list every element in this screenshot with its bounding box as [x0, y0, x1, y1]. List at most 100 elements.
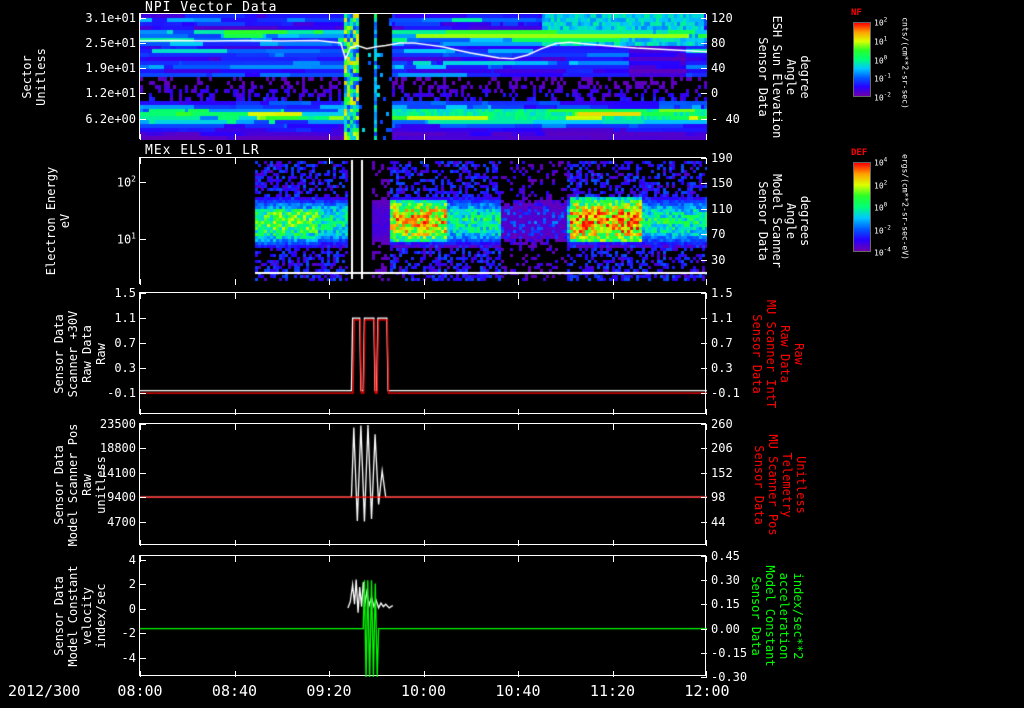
y-tick-mark: [701, 234, 707, 235]
x-tick-mark: [424, 279, 425, 285]
x-tick-mark: [518, 158, 519, 164]
y-tick-mark: [701, 318, 707, 319]
y-axis-tick-label: 40: [711, 61, 726, 76]
y-axis-tick-label: 1.9e+01: [85, 61, 136, 76]
x-tick-mark: [235, 671, 236, 677]
x-tick-mark: [235, 14, 236, 20]
x-tick-mark: [518, 671, 519, 677]
panel4-plot-area: [139, 423, 707, 546]
x-tick-mark: [329, 293, 330, 299]
y-tick-mark: [701, 522, 707, 523]
colorbar-tick-label: 102: [874, 179, 888, 190]
y-axis-tick-label: 44: [711, 514, 726, 529]
x-tick-mark: [706, 556, 707, 562]
x-tick-mark: [424, 14, 425, 20]
x-tick-mark: [235, 409, 236, 415]
x-tick-mark: [140, 279, 141, 285]
y-axis-tick-label: 102: [116, 174, 136, 190]
y-axis-tick-label: 2: [128, 577, 136, 592]
y-axis-tick-label: -0.1: [711, 386, 740, 401]
panel5-left-axis-label: Sensor Data Model Constant velocity index/s…: [52, 565, 108, 667]
y-tick-mark: [701, 497, 707, 498]
x-tick-mark: [329, 671, 330, 677]
tplot-window: NPI Vector Data Sector Unitless degree Ang…: [0, 0, 1024, 708]
y-tick-mark: [140, 119, 146, 120]
y-tick-mark: [701, 448, 707, 449]
els-spectrogram-canvas: [140, 158, 707, 285]
x-tick-mark: [329, 424, 330, 430]
x-tick-mark: [424, 556, 425, 562]
y-axis-tick-label: 1.5: [711, 286, 733, 300]
colorbar-tick-label: 100: [874, 54, 888, 65]
colorbar-tick-label: 10-1: [874, 72, 891, 84]
y-tick-mark: [701, 183, 707, 184]
y-tick-mark: [701, 580, 707, 581]
x-axis-tick-label: 10:40: [495, 682, 541, 700]
x-tick-mark: [613, 14, 614, 20]
x-tick-mark: [613, 540, 614, 546]
x-tick-mark: [424, 409, 425, 415]
def-colorbar-units: ergs/(cm**2-sr-sec-eV): [900, 154, 910, 260]
x-tick-mark: [424, 158, 425, 164]
x-tick-mark: [706, 134, 707, 140]
y-tick-mark: [140, 68, 146, 69]
x-tick-mark: [518, 424, 519, 430]
x-tick-mark: [613, 293, 614, 299]
y-tick-mark: [701, 260, 707, 261]
y-axis-tick-label: 0.7: [711, 336, 733, 351]
x-tick-mark: [613, 424, 614, 430]
x-tick-mark: [140, 409, 141, 415]
y-axis-tick-label: 1.1: [114, 311, 136, 325]
y-axis-tick-label: 1.1: [711, 311, 733, 325]
x-tick-mark: [706, 14, 707, 20]
x-tick-mark: [329, 14, 330, 20]
x-tick-mark: [140, 134, 141, 140]
y-axis-tick-label: 110: [711, 201, 733, 216]
x-tick-mark: [706, 540, 707, 546]
x-tick-mark: [424, 671, 425, 677]
x-tick-mark: [706, 671, 707, 677]
scanner-pos-line-canvas: [140, 424, 707, 546]
colorbar-tick-label: 102: [874, 16, 888, 28]
model-constant-line-canvas: [140, 556, 707, 677]
y-axis-tick-label: 3.1e+01: [85, 10, 136, 25]
y-tick-mark: [140, 93, 146, 94]
scanner-30v-line-canvas: [140, 293, 707, 415]
x-tick-mark: [235, 293, 236, 299]
x-tick-mark: [706, 424, 707, 430]
x-tick-mark: [235, 556, 236, 562]
x-tick-mark: [518, 14, 519, 20]
x-tick-mark: [706, 293, 707, 299]
y-axis-tick-label: 206: [711, 441, 733, 456]
panel2-title: MEx ELS-01 LR: [145, 143, 260, 158]
x-tick-mark: [140, 158, 141, 164]
x-axis-tick-label: 09:20: [306, 682, 352, 700]
panel1-right-axis-label: degree Angle ESH Sun Elevation Sensor Data: [756, 15, 812, 139]
y-axis-tick-label: 9400: [107, 490, 136, 505]
y-axis-tick-label: 0.7: [114, 336, 136, 351]
y-tick-mark: [701, 93, 707, 94]
y-tick-mark: [701, 604, 707, 605]
y-tick-mark: [701, 473, 707, 474]
y-axis-tick-label: 6.2e+00: [85, 111, 136, 126]
y-tick-mark: [140, 658, 146, 659]
x-tick-mark: [518, 134, 519, 140]
y-tick-mark: [140, 43, 146, 44]
x-tick-mark: [235, 279, 236, 285]
x-tick-mark: [424, 293, 425, 299]
colorbar-tick-label: 101: [874, 35, 888, 47]
y-axis-tick-label: -0.1: [107, 386, 136, 401]
y-tick-mark: [701, 343, 707, 344]
colorbar-tick-label: 10-2: [874, 224, 891, 235]
panel2-plot-area: [139, 157, 707, 285]
y-tick-mark: [140, 522, 146, 523]
y-axis-tick-label: 14100: [99, 465, 136, 480]
x-tick-mark: [706, 279, 707, 285]
x-tick-mark: [329, 540, 330, 546]
y-tick-mark: [701, 368, 707, 369]
y-axis-tick-label: 0.00: [711, 621, 740, 636]
x-tick-mark: [424, 134, 425, 140]
date-label: 2012/300: [8, 682, 81, 700]
x-tick-mark: [140, 293, 141, 299]
x-tick-mark: [329, 279, 330, 285]
